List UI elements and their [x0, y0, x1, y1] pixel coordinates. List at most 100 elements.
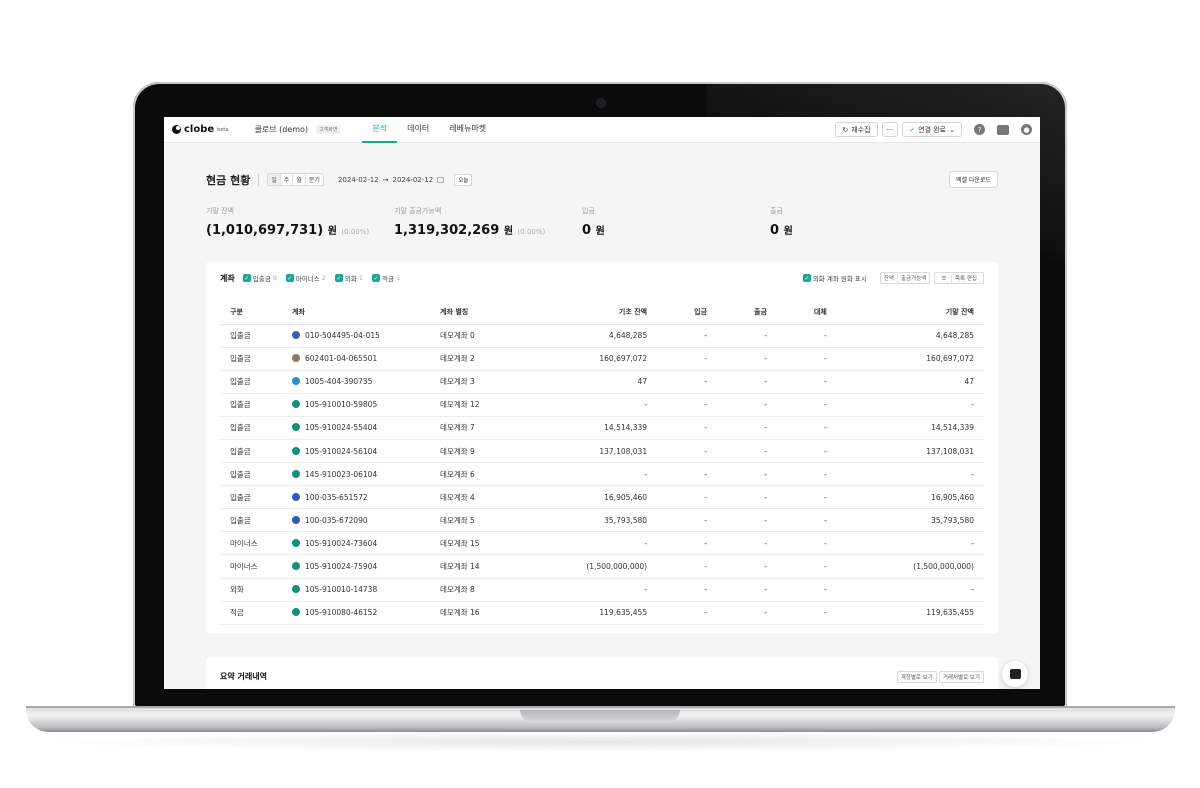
table-row[interactable]: 마이너스 105-910024-73604 데모계좌 15- - - - - — [220, 531, 984, 556]
logo-text: clobe — [184, 124, 215, 135]
cell-deposit: - — [657, 347, 718, 371]
nav-data[interactable]: 데이터 — [397, 117, 439, 143]
cell-opening: - — [510, 531, 658, 556]
summary-view-buttons: 계정별로 보기 거래처별로 보기 — [896, 670, 984, 683]
stat-label: 입금 — [582, 207, 595, 215]
cell-opening: 35,793,580 — [510, 508, 658, 533]
cell-account: 602401-04-065501 — [282, 347, 430, 371]
filter-label: 입출금 — [252, 275, 271, 283]
col-alias[interactable]: 계좌 별칭 — [430, 300, 510, 325]
cell-account: 105-910010-14738 — [282, 578, 430, 602]
table-row[interactable]: 입출금 100-035-672090 데모계좌 5 35,793,580- - -35,7… — [220, 508, 984, 533]
chat-support-button[interactable] — [1002, 661, 1028, 687]
nav-analysis[interactable]: 분석 — [362, 117, 398, 143]
cell-withdraw: - — [717, 347, 777, 371]
cell-account: 105-910024-55404 — [282, 416, 430, 440]
table-row[interactable]: 입출금 105-910024-56104 데모계좌 9 137,108,031- - -1… — [220, 439, 984, 464]
bank-logo-icon — [292, 515, 300, 524]
profile-icon[interactable]: ● — [1021, 124, 1032, 135]
cell-opening: 4,648,285 — [510, 324, 658, 348]
header-divider — [258, 173, 260, 186]
view-by-account-button[interactable]: 계정별로 보기 — [896, 670, 937, 683]
cell-opening: 137,108,031 — [510, 439, 658, 464]
summary-title: 요약 거래내역 — [220, 672, 267, 682]
table-row[interactable]: 외화 105-910010-14738 데모계좌 8----- — [220, 578, 984, 602]
cell-transfer: - — [776, 462, 837, 487]
cell-deposit: - — [657, 578, 718, 602]
col-transfer[interactable]: 대체 — [776, 300, 837, 325]
filter-foreign[interactable]: ✓ 외화 1 — [334, 273, 363, 283]
stat-label: 출금 — [770, 207, 783, 215]
table-row[interactable]: 입출금 105-910024-55404 데모계좌 7 14,514,339- - -14… — [220, 416, 984, 440]
message-icon[interactable] — [997, 124, 1009, 135]
cell-deposit: - — [657, 393, 718, 417]
period-month[interactable]: 월 — [293, 174, 306, 185]
stat-value-group: 0 원 — [770, 222, 958, 238]
today-button[interactable]: 오늘 — [454, 173, 473, 186]
bank-logo-icon — [292, 585, 300, 594]
table-row[interactable]: 입출금 105-910010-59805 데모계좌 12- - - - - — [220, 393, 984, 417]
table-row[interactable]: 적금 105-910080-46152 데모계좌 16 119,635,455- - -1… — [220, 601, 984, 625]
view-withdrawable[interactable]: 출금가능액 — [898, 273, 929, 283]
date-range-picker[interactable]: 2024-02-12 → 2024-02-12 — [338, 176, 445, 184]
company-selector[interactable]: 클로브 (demo) — [254, 124, 308, 135]
filter-checking[interactable]: ✓ 입출금 9 — [242, 273, 277, 283]
col-type[interactable]: 구분 — [220, 300, 282, 325]
stat-label: 기말 출금가능액 — [394, 207, 442, 215]
col-account[interactable]: 계좌 — [282, 300, 430, 325]
help-icon[interactable]: ? — [974, 124, 985, 135]
account-number: 105-910010-14738 — [305, 585, 378, 595]
accounts-header-actions: ✓ 외화 계좌 원화 표시 잔액 출금가능액 ☰ 목록 편집 — [802, 272, 984, 284]
stat-value: 1,319,302,269 — [394, 223, 500, 238]
filter-savings[interactable]: ✓ 적금 1 — [372, 273, 400, 283]
stat-withdrawal: 출금 0 원 — [770, 206, 958, 238]
table-row[interactable]: 입출금 100-035-651572 데모계좌 4 16,905,460- - -16,9… — [220, 485, 984, 510]
stat-unit: 원 — [595, 226, 605, 237]
col-opening[interactable]: 기초 잔액 — [510, 300, 658, 325]
stat-deposit: 입금 0 원 — [582, 206, 770, 238]
cell-alias: 데모계좌 9 — [430, 439, 510, 464]
checkbox-icon: ✓ — [334, 274, 343, 282]
cell-transfer: - — [776, 393, 837, 417]
bank-logo-icon — [292, 608, 300, 617]
filter-minus[interactable]: ✓ 마이너스 2 — [285, 273, 326, 283]
table-row[interactable]: 입출금 1005-404-390735 데모계좌 3 47- - -47 — [220, 370, 984, 394]
period-day[interactable]: 일 — [268, 174, 281, 185]
app-logo[interactable]: clobe beta — [172, 124, 228, 135]
col-closing[interactable]: 기말 잔액 — [836, 300, 984, 325]
accounts-table: 구분 계좌 계좌 별칭 기초 잔액 입금 출금 대체 기말 잔액 입출금 010-… — [220, 300, 984, 625]
col-deposit[interactable]: 입금 — [657, 300, 718, 325]
chevron-down-icon: ⌄ — [949, 125, 955, 134]
view-balance[interactable]: 잔액 — [881, 273, 898, 283]
connection-label: 연결 완료 — [918, 125, 947, 134]
cell-alias: 데모계좌 6 — [430, 462, 510, 487]
table-row[interactable]: 입출금 602401-04-065501 데모계좌 2 160,697,072- - -1… — [220, 347, 984, 371]
stat-withdrawable: 기말 출금가능액 1,319,302,269 원 (0.00%) — [394, 206, 582, 238]
recollect-button[interactable]: ↻ 재수집 — [835, 122, 878, 137]
view-by-partner-button[interactable]: 거래처별로 보기 — [938, 670, 984, 683]
bank-logo-icon — [292, 423, 300, 432]
connection-status-button[interactable]: ✓ 연결 완료 ⌄ — [902, 122, 962, 137]
period-week[interactable]: 주 — [281, 174, 294, 185]
period-quarter[interactable]: 분기 — [306, 174, 323, 185]
table-row[interactable]: 입출금 010-504495-04-015 데모계좌 0 4,648,285- - -4,… — [220, 324, 984, 348]
filter-label: 마이너스 — [295, 275, 320, 283]
cell-opening: 16,905,460 — [510, 485, 658, 510]
nav-revenue-market[interactable]: 레베뉴마켓 — [439, 117, 496, 143]
fx-krw-toggle[interactable]: ✓ 외화 계좌 원화 표시 — [802, 273, 867, 283]
table-row[interactable]: 마이너스 105-910024-75904 데모계좌 14 (1,500,000,00… — [220, 554, 984, 579]
table-row[interactable]: 입출금 145-910023-06104 데모계좌 6----- — [220, 462, 984, 487]
cell-account: 105-910024-56104 — [282, 439, 430, 464]
col-withdraw[interactable]: 출금 — [717, 300, 777, 325]
cell-withdraw: - — [717, 554, 777, 579]
cell-closing: 119,635,455 — [836, 601, 984, 625]
more-button[interactable]: ··· — [881, 122, 899, 137]
edit-list-button[interactable]: ☰ 목록 편집 — [934, 272, 984, 284]
stat-label: 기말 잔액 — [206, 207, 234, 215]
cell-opening: 119,635,455 — [510, 601, 658, 625]
excel-download-button[interactable]: 엑셀 다운로드 — [948, 171, 998, 188]
period-selector: 일 주 월 분기 — [267, 173, 324, 186]
cell-alias: 데모계좌 14 — [430, 554, 510, 579]
account-number: 105-910010-59805 — [305, 400, 378, 410]
account-number: 010-504495-04-015 — [305, 331, 380, 341]
